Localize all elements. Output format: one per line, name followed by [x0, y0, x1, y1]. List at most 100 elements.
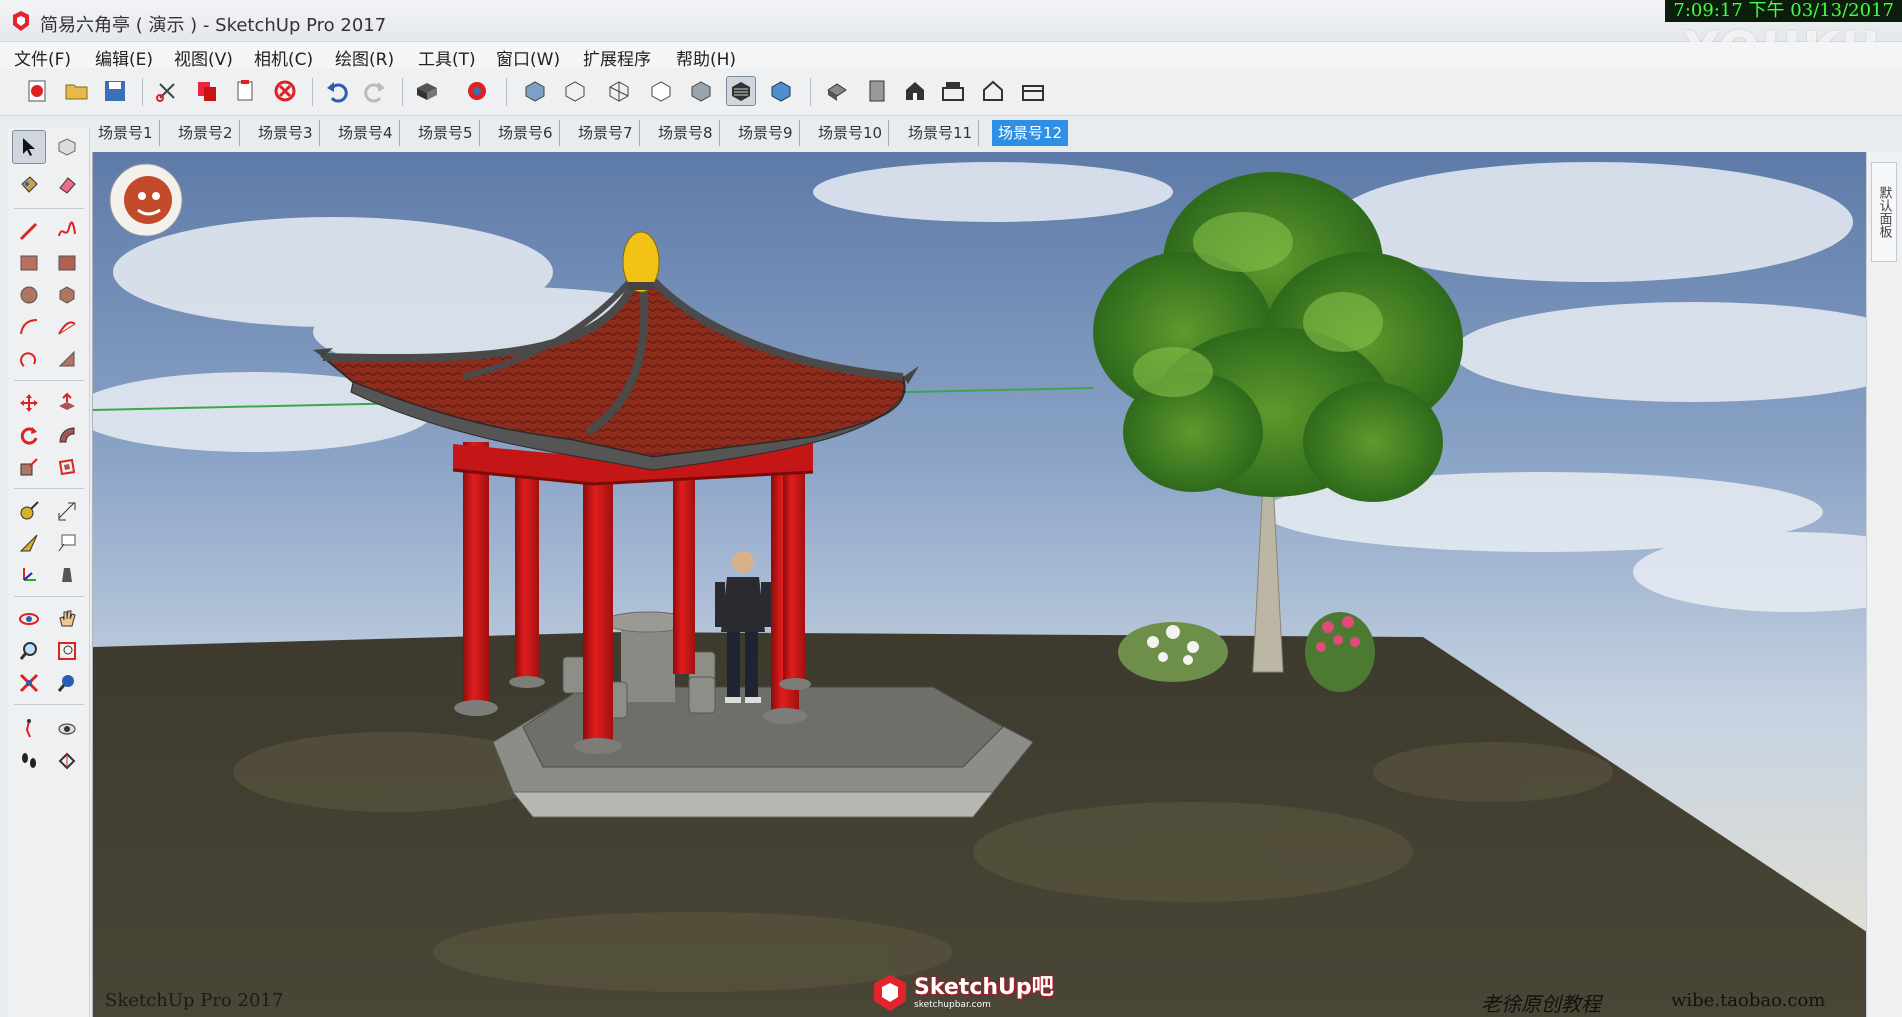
title-bar: 简易六角亭 ( 演示 ) - SketchUp Pro 2017 7:09:17… — [0, 0, 1902, 78]
scene-tab-12[interactable]: 场景号12 — [992, 120, 1069, 146]
cut-icon[interactable] — [152, 76, 182, 106]
menu-bar: 文件(F) 编辑(E) 视图(V) 相机(C) 绘图(R) 工具(T) 窗口(W… — [0, 42, 1902, 70]
rectangle-icon[interactable] — [12, 246, 46, 280]
copy-icon[interactable] — [192, 76, 222, 106]
shaded-textures-icon[interactable] — [726, 76, 756, 106]
3d-text-icon[interactable] — [50, 558, 84, 592]
version-watermark: SketchUp Pro 2017 — [105, 990, 284, 1011]
monochrome-icon[interactable] — [766, 76, 796, 106]
move-icon[interactable] — [12, 386, 46, 420]
text-tool-icon[interactable] — [50, 526, 84, 560]
scene-tabs: 场景号1 场景号2 场景号3 场景号4 场景号5 场景号6 场景号7 场景号8 场景号9 场景号1… — [92, 116, 1872, 148]
line-pencil-icon[interactable] — [12, 214, 46, 248]
shaded-icon[interactable] — [686, 76, 716, 106]
zoom-icon[interactable] — [12, 634, 46, 668]
clock-overlay: 7:09:17 下午 03/13/2017 — [1665, 0, 1902, 22]
window-title: 简易六角亭 ( 演示 ) - SketchUp Pro 2017 — [40, 15, 387, 36]
paint-bucket-icon[interactable] — [12, 168, 46, 202]
menu-draw[interactable]: 绘图(R) — [335, 45, 394, 70]
menu-help[interactable]: 帮助(H) — [676, 45, 736, 70]
scene-tab-9[interactable]: 场景号9 — [732, 120, 800, 146]
scale-icon[interactable] — [12, 450, 46, 484]
right-view-icon[interactable] — [938, 76, 968, 106]
open-folder-icon[interactable] — [62, 76, 92, 106]
save-icon[interactable] — [100, 76, 130, 106]
three-point-arc-icon[interactable] — [12, 342, 46, 376]
new-file-icon[interactable] — [22, 76, 52, 106]
main-toolbar — [0, 68, 1902, 116]
footprints-icon[interactable] — [12, 744, 46, 778]
top-view-icon[interactable] — [862, 76, 892, 106]
front-view-icon[interactable] — [900, 76, 930, 106]
back-view-icon[interactable] — [978, 76, 1008, 106]
shop-url: wibe.taobao.com — [1671, 990, 1826, 1011]
brand-logo-text: SketchUp吧 — [914, 975, 1054, 1000]
rotated-rectangle-icon[interactable] — [50, 246, 84, 280]
menu-camera[interactable]: 相机(C) — [254, 45, 313, 70]
model-info-icon[interactable] — [462, 76, 492, 106]
pan-hand-icon[interactable] — [50, 602, 84, 636]
dimension-icon[interactable] — [50, 494, 84, 528]
default-tray-tab[interactable]: 默认面板 — [1871, 162, 1897, 262]
follow-me-icon[interactable] — [50, 418, 84, 452]
print-icon[interactable] — [412, 76, 442, 106]
protractor-icon[interactable] — [12, 526, 46, 560]
left-view-icon[interactable] — [1018, 76, 1048, 106]
scene-tab-3[interactable]: 场景号3 — [252, 120, 320, 146]
scene-tab-6[interactable]: 场景号6 — [492, 120, 560, 146]
position-camera-icon[interactable] — [50, 666, 84, 700]
iso-view-icon[interactable] — [822, 76, 852, 106]
hidden-line-icon[interactable] — [646, 76, 676, 106]
freehand-icon[interactable] — [50, 214, 84, 248]
zoom-extents-icon[interactable] — [12, 666, 46, 700]
scene-tab-2[interactable]: 场景号2 — [172, 120, 240, 146]
make-component-icon[interactable] — [50, 130, 84, 164]
menu-window[interactable]: 窗口(W) — [496, 45, 560, 70]
rotate-icon[interactable] — [12, 418, 46, 452]
scene-tab-11[interactable]: 场景号11 — [902, 120, 980, 146]
sketchup-bar-logo: SketchUp吧 sketchupbar.com — [870, 970, 1054, 1016]
eraser-icon[interactable] — [50, 168, 84, 202]
scene-tab-5[interactable]: 场景号5 — [412, 120, 480, 146]
tool-palette — [8, 128, 90, 1017]
back-edges-icon[interactable] — [560, 76, 590, 106]
erase-delete-icon[interactable] — [270, 76, 300, 106]
menu-edit[interactable]: 编辑(E) — [95, 45, 153, 70]
pie-icon[interactable] — [50, 342, 84, 376]
arc-icon[interactable] — [12, 310, 46, 344]
circle-icon[interactable] — [12, 278, 46, 312]
walk-icon[interactable] — [12, 712, 46, 746]
select-arrow-icon[interactable] — [12, 130, 46, 164]
tape-measure-icon[interactable] — [12, 494, 46, 528]
menu-file[interactable]: 文件(F) — [14, 45, 71, 70]
wireframe-icon[interactable] — [604, 76, 634, 106]
xray-style-icon[interactable] — [520, 76, 550, 106]
paste-icon[interactable] — [230, 76, 260, 106]
push-pull-icon[interactable] — [50, 386, 84, 420]
scene-tab-4[interactable]: 场景号4 — [332, 120, 400, 146]
menu-extensions[interactable]: 扩展程序 — [583, 45, 651, 70]
redo-icon[interactable] — [360, 76, 390, 106]
two-point-arc-icon[interactable] — [50, 310, 84, 344]
3d-viewport[interactable]: SketchUp Pro 2017 SketchUp吧 sketchupbar.… — [92, 152, 1866, 1017]
look-around-icon[interactable] — [50, 712, 84, 746]
brand-url-small: sketchupbar.com — [914, 1000, 991, 1010]
scene-tab-7[interactable]: 场景号7 — [572, 120, 640, 146]
default-tray: 默认面板 — [1866, 152, 1902, 1017]
sketchup-app-icon — [13, 11, 29, 31]
sketchup-logo-icon — [874, 975, 906, 1011]
menu-tools[interactable]: 工具(T) — [418, 45, 476, 70]
undo-icon[interactable] — [322, 76, 352, 106]
orbit-icon[interactable] — [12, 602, 46, 636]
offset-icon[interactable] — [50, 450, 84, 484]
polygon-icon[interactable] — [50, 278, 84, 312]
section-plane-icon[interactable] — [50, 744, 84, 778]
scene-tab-1[interactable]: 场景号1 — [92, 120, 160, 146]
scene-tab-10[interactable]: 场景号10 — [812, 120, 890, 146]
scene-tab-8[interactable]: 场景号8 — [652, 120, 720, 146]
axes-icon[interactable] — [12, 558, 46, 592]
author-signature: 老徐原创教程 — [1481, 992, 1601, 1016]
menu-view[interactable]: 视图(V) — [174, 45, 233, 70]
zoom-window-icon[interactable] — [50, 634, 84, 668]
scene-render — [93, 152, 1866, 1017]
